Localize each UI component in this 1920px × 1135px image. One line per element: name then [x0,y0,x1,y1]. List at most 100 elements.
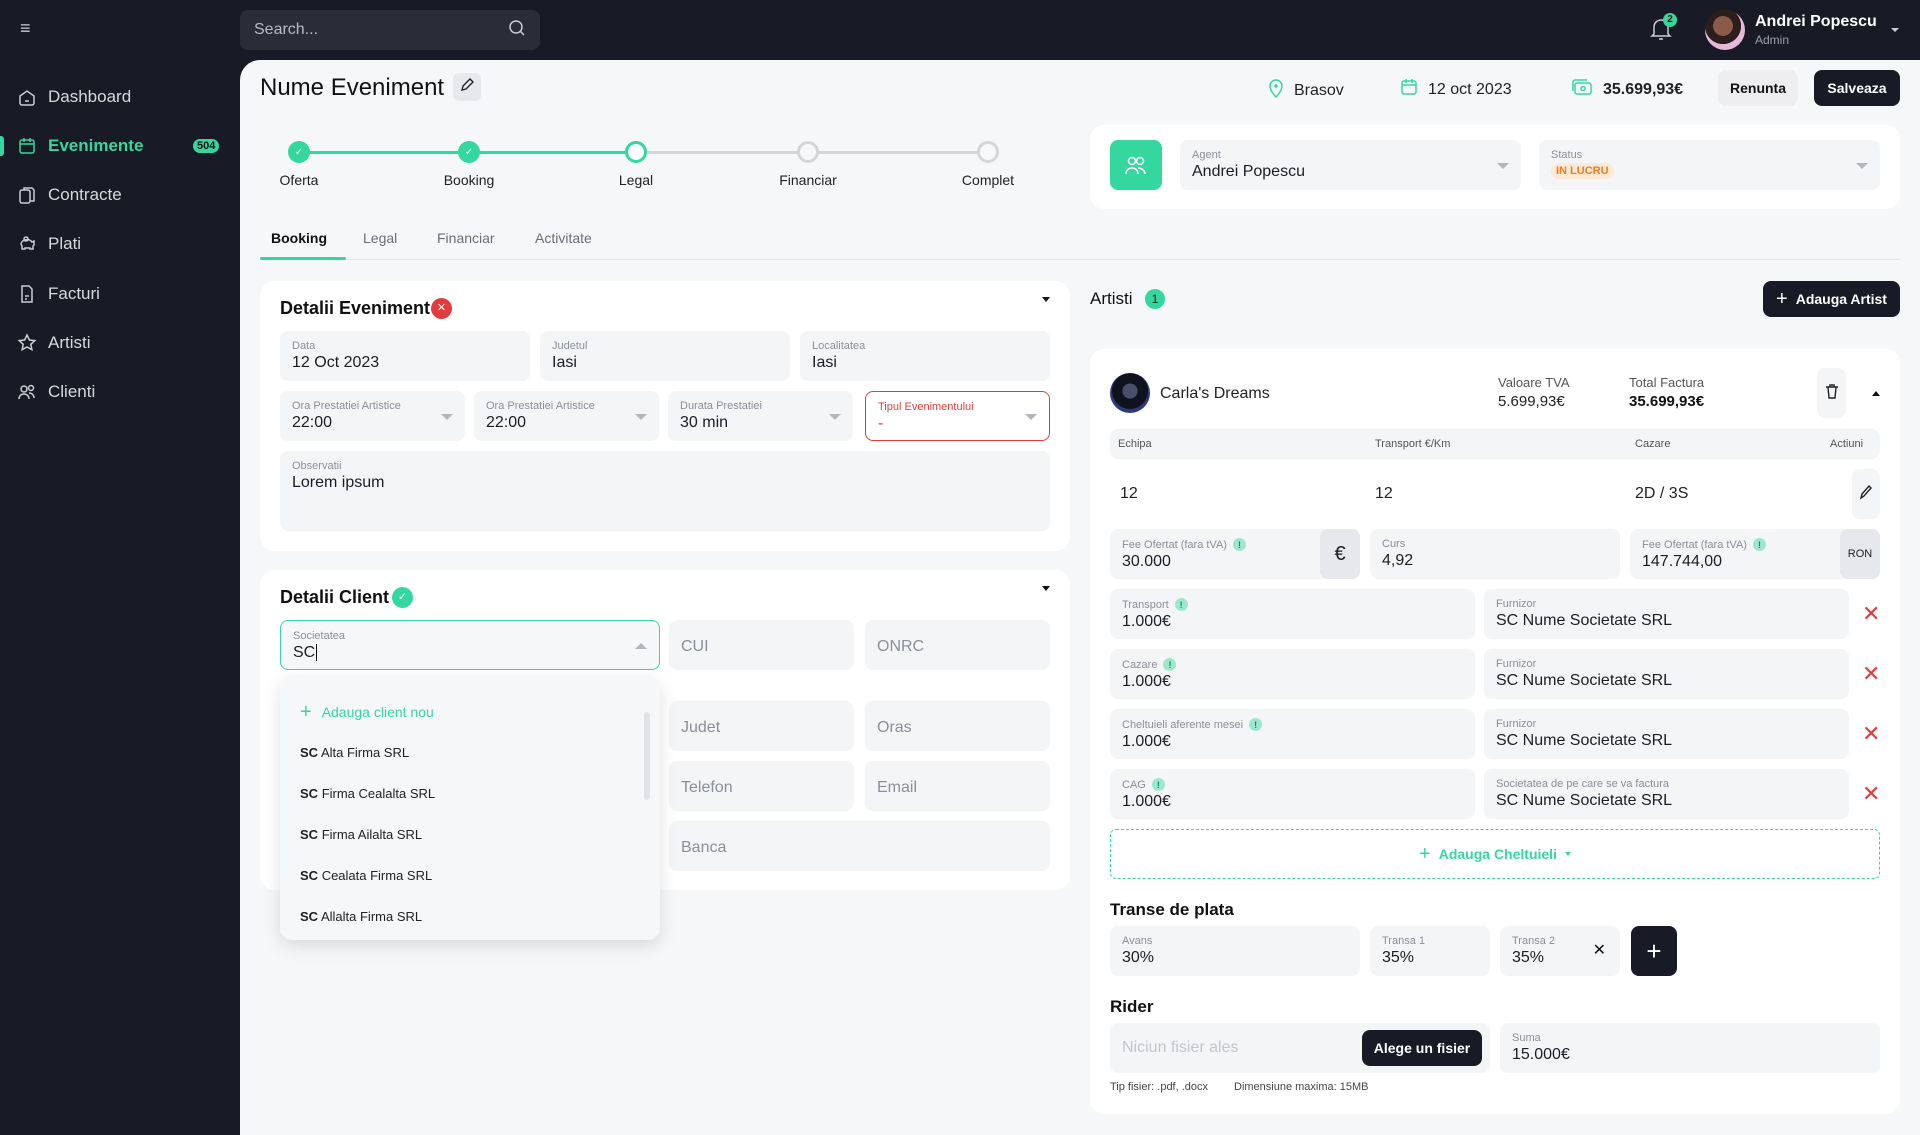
step-complet-dot[interactable] [977,141,999,163]
sidebar-item-plati[interactable]: Plati [0,224,240,264]
supplier-field[interactable]: Furnizor SC Nume Societate SRL [1484,589,1849,639]
step-legal-dot[interactable] [625,141,647,163]
edit-row-button[interactable] [1852,469,1880,519]
sidebar-item-artisti[interactable]: Artisti [0,323,240,363]
remove-expense-icon[interactable]: ✕ [1862,723,1880,745]
sidebar-item-facturi[interactable]: Facturi [0,274,240,314]
step-oferta-check-icon[interactable]: ✓ [288,141,310,163]
step-booking-check-icon[interactable]: ✓ [458,141,480,163]
field-label: Societatea de pe care se va factura [1496,778,1670,790]
societatea-input[interactable]: SC [293,644,647,662]
billing-company-field[interactable]: Societatea de pe care se va factura SC N… [1484,769,1849,819]
cancel-button[interactable]: Renunta [1718,70,1798,106]
invoice-icon [17,284,37,304]
tab-booking[interactable]: Booking [271,230,327,246]
ora-start-select[interactable]: Ora Prestatiei Artistice 22:00 [280,391,465,441]
add-client-option[interactable]: + Adauga client nou [300,702,434,722]
currency-eur-toggle[interactable]: € [1320,529,1360,579]
curs-field[interactable]: Curs 4,92 [1370,529,1620,579]
observatii-textarea[interactable]: Observatii Lorem ipsum [280,451,1050,531]
rider-file-input[interactable]: Niciun fisier ales Alege un fisier [1110,1023,1490,1073]
localitate-field[interactable]: Localitatea Iasi [800,331,1050,381]
data-field[interactable]: Data 12 Oct 2023 [280,331,530,381]
location-text: Brasov [1294,81,1344,99]
user-name[interactable]: Andrei Popescu [1755,13,1877,31]
tip-eveniment-select[interactable]: Tipul Evenimentului - [865,391,1050,441]
tab-financiar[interactable]: Financiar [437,230,495,246]
collapse-up-icon[interactable] [1872,391,1880,396]
judet-field[interactable]: Judetul Iasi [540,331,790,381]
menu-toggle-icon[interactable]: ≡ [20,19,36,37]
ok-status-icon: ✓ [392,587,413,608]
transa2-field[interactable]: Transa 2 35% ✕ [1500,926,1620,976]
rider-sum-field[interactable]: Suma 15.000€ [1500,1023,1880,1073]
sidebar-item-label: Evenimente [48,136,144,155]
durata-select[interactable]: Durata Prestatiei 30 min [668,391,853,441]
field-value: 22:00 [292,414,333,431]
status-select[interactable]: Status IN LUCRU [1539,140,1880,190]
ora-end-select[interactable]: Ora Prestatiei Artistice 22:00 [474,391,659,441]
step-financiar-dot[interactable] [797,141,819,163]
sidebar-item-clienti[interactable]: Clienti [0,372,240,412]
avans-field[interactable]: Avans 30% [1110,926,1360,976]
societatea-combobox[interactable]: Societatea SC [280,620,660,670]
expense-masa-field[interactable]: Cheltuieli aferente mesei! 1.000€ [1110,709,1475,759]
add-artist-button[interactable]: + Adauga Artist [1763,281,1900,317]
email-input[interactable]: Email [865,761,1050,811]
delete-artist-button[interactable] [1817,368,1846,418]
judet-input[interactable]: Judet [669,701,854,751]
fee-ron-field[interactable]: Fee Ofertat (fara tVA)! 147.744,00 RON [1630,529,1880,579]
supplier-field[interactable]: Furnizor SC Nume Societate SRL [1484,709,1849,759]
telefon-input[interactable]: Telefon [669,761,854,811]
field-label: Societatea [293,630,345,642]
tab-legal[interactable]: Legal [363,230,397,246]
oras-input[interactable]: Oras [865,701,1050,751]
client-option[interactable]: SC Cealata Firma SRL [300,868,432,883]
save-button[interactable]: Salveaza [1814,70,1900,106]
expense-transport-field[interactable]: Transport! 1.000€ [1110,589,1475,639]
client-option[interactable]: SC Firma Ailalta SRL [300,827,422,842]
sidebar-item-dashboard[interactable]: Dashboard [0,77,240,117]
plus-icon: + [1646,935,1662,966]
add-expense-button[interactable]: + Adauga Cheltuieli [1110,829,1880,879]
tab-activitate[interactable]: Activitate [535,230,592,246]
remove-expense-icon[interactable]: ✕ [1862,603,1880,625]
choose-file-button[interactable]: Alege un fisier [1362,1030,1482,1066]
remove-expense-icon[interactable]: ✕ [1862,663,1880,685]
fee-eur-field[interactable]: Fee Ofertat (fara tVA)! 30.000 € [1110,529,1360,579]
banca-input[interactable]: Banca [669,821,1050,871]
remove-expense-icon[interactable]: ✕ [1862,783,1880,805]
onrc-input[interactable]: ONRC [865,620,1050,670]
user-menu-chevron-icon[interactable] [1891,28,1899,32]
plus-icon: + [1776,287,1788,310]
sidebar-item-evenimente[interactable]: Evenimente 504 [0,126,240,166]
expense-cag-field[interactable]: CAG! 1.000€ [1110,769,1475,819]
remove-tranche-icon[interactable]: ✕ [1593,940,1606,960]
client-option[interactable]: SC Alta Firma SRL [300,745,409,760]
sidebar-item-label: Dashboard [48,87,132,106]
search-input[interactable] [254,21,508,39]
currency-ron-toggle[interactable]: RON [1840,529,1880,579]
supplier-field[interactable]: Furnizor SC Nume Societate SRL [1484,649,1849,699]
cui-input[interactable]: CUI [669,620,854,670]
agent-select[interactable]: Agent Andrei Popescu [1180,140,1521,190]
search-icon[interactable] [508,19,526,42]
expense-cazare-field[interactable]: Cazare! 1.000€ [1110,649,1475,699]
user-avatar[interactable] [1705,10,1745,50]
sidebar-item-contracte[interactable]: Contracte [0,175,240,215]
collapse-icon[interactable] [1042,297,1050,302]
total-value: 35.699,93€ [1629,393,1705,410]
cazare-cell: 2D / 3S [1635,485,1689,502]
edit-title-button[interactable] [453,73,481,101]
dropdown-scrollbar[interactable] [644,712,650,800]
add-tranche-button[interactable]: + [1631,926,1677,976]
piggy-bank-icon [17,234,37,254]
collapse-icon[interactable] [1042,586,1050,591]
agent-users-icon [1110,140,1162,190]
tabs-divider [260,259,1900,260]
transa1-field[interactable]: Transa 1 35% [1370,926,1490,976]
client-option[interactable]: SC Allalta Firma SRL [300,909,422,924]
button-label: Adauga Cheltuieli [1438,846,1557,862]
client-option[interactable]: SC Firma Cealalta SRL [300,786,435,801]
button-label: Adauga Artist [1795,291,1887,307]
